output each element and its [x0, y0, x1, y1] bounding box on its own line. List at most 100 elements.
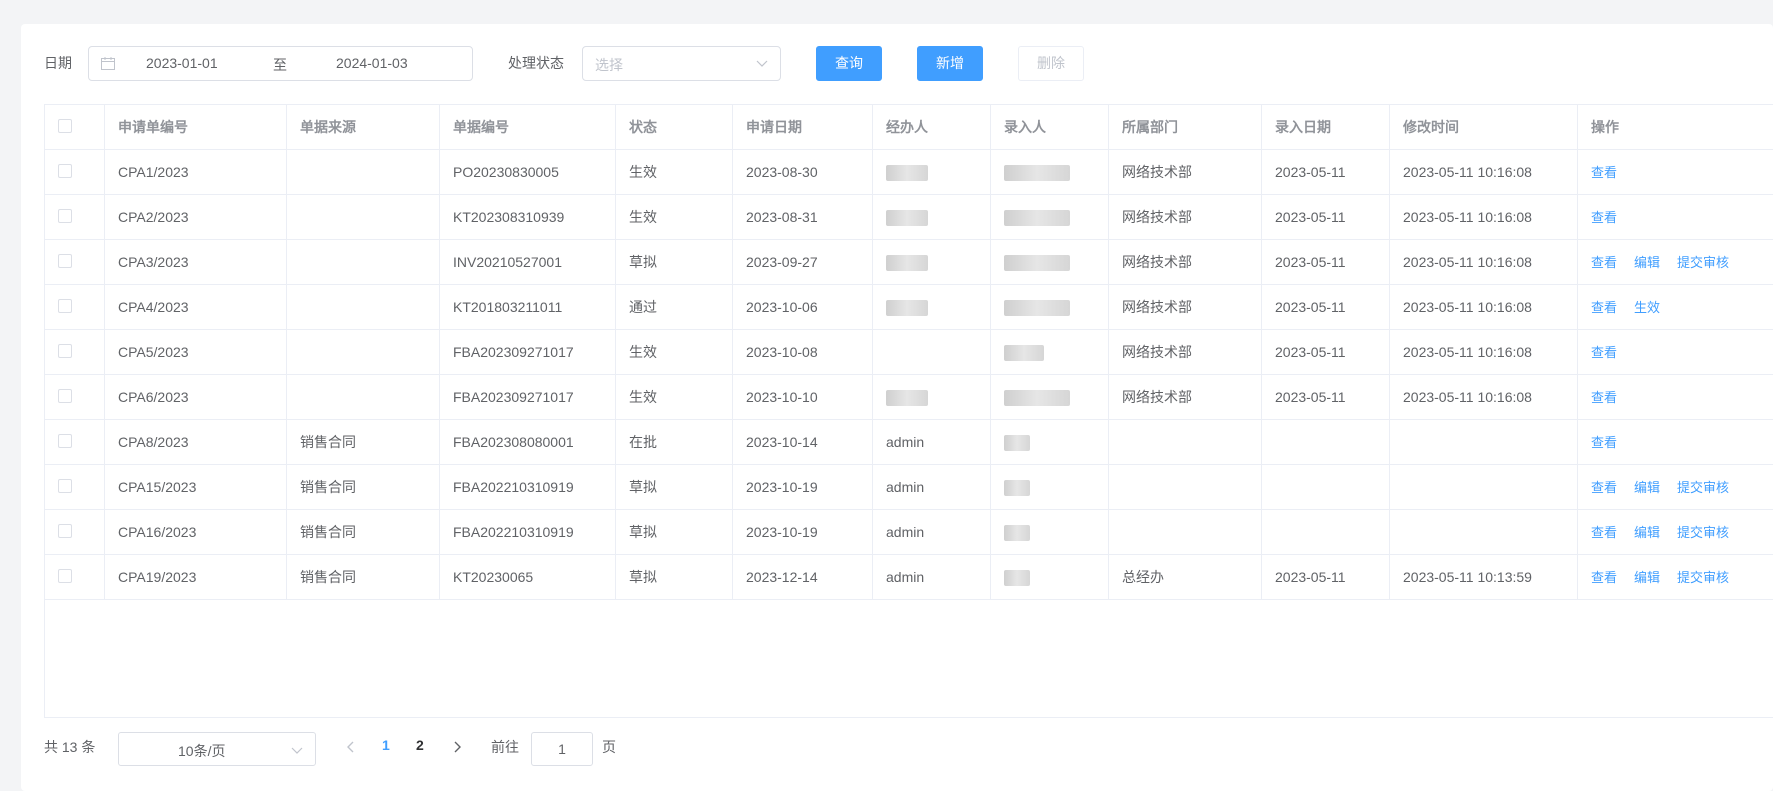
view-link[interactable]: 查看: [1591, 570, 1617, 585]
prev-page-icon[interactable]: [346, 741, 356, 753]
select-all-checkbox[interactable]: [58, 119, 72, 133]
row-checkbox[interactable]: [58, 254, 72, 268]
cell-dept: 总经办: [1109, 555, 1262, 599]
cell-doc: FBA202308080001: [440, 420, 616, 464]
redacted-name: [886, 165, 928, 182]
table-row: CPA16/2023 销售合同 FBA202210310919 草拟 2023-10-1…: [45, 510, 1773, 555]
cell-doc: KT202308310939: [440, 195, 616, 239]
date-range-picker[interactable]: 2023-01-01 至 2024-01-03: [88, 46, 473, 81]
cell-handler: [873, 150, 991, 194]
cell-no: CPA1/2023: [105, 150, 287, 194]
cell-doc: FBA202210310919: [440, 465, 616, 509]
redacted-name: [1004, 165, 1070, 182]
submit-review-link[interactable]: 提交审核: [1677, 255, 1729, 270]
cell-handler: admin: [873, 465, 991, 509]
cell-source: [287, 240, 440, 284]
view-link[interactable]: 查看: [1591, 210, 1617, 225]
cell-status: 生效: [616, 150, 733, 194]
goto-page-input[interactable]: 1: [531, 732, 593, 766]
view-link[interactable]: 查看: [1591, 435, 1617, 450]
cell-modified: 2023-05-11 10:16:08: [1390, 375, 1578, 419]
cell-entry: [991, 240, 1109, 284]
submit-review-link[interactable]: 提交审核: [1677, 525, 1729, 540]
header-status: 状态: [616, 105, 733, 149]
cell-dept: 网络技术部: [1109, 150, 1262, 194]
activate-link[interactable]: 生效: [1634, 300, 1660, 315]
redacted-name: [886, 390, 928, 407]
view-link[interactable]: 查看: [1591, 345, 1617, 360]
cell-entry: [991, 510, 1109, 554]
row-checkbox[interactable]: [58, 524, 72, 538]
submit-review-link[interactable]: 提交审核: [1677, 480, 1729, 495]
cell-ops: 查看: [1578, 150, 1773, 194]
delete-button[interactable]: 删除: [1018, 46, 1084, 81]
row-checkbox[interactable]: [58, 479, 72, 493]
view-link[interactable]: 查看: [1591, 165, 1617, 180]
row-checkbox[interactable]: [58, 434, 72, 448]
edit-link[interactable]: 编辑: [1634, 480, 1660, 495]
status-placeholder: 选择: [595, 57, 623, 73]
row-checkbox[interactable]: [58, 209, 72, 223]
add-button[interactable]: 新增: [917, 46, 983, 81]
data-table: 申请单编号 单据来源 单据编号 状态 申请日期 经办人 录入人 所属部门 录入日…: [44, 104, 1773, 718]
cell-dept: 网络技术部: [1109, 240, 1262, 284]
date-end-input[interactable]: 2024-01-03: [336, 55, 408, 71]
cell-no: CPA19/2023: [105, 555, 287, 599]
page-size-value: 10条/页: [178, 743, 226, 759]
row-checkbox[interactable]: [58, 389, 72, 403]
header-entry: 录入人: [991, 105, 1109, 149]
page-1[interactable]: 1: [382, 737, 390, 753]
cell-entry: [991, 465, 1109, 509]
view-link[interactable]: 查看: [1591, 525, 1617, 540]
cell-handler: [873, 195, 991, 239]
next-page-icon[interactable]: [452, 741, 462, 753]
cell-dept: [1109, 465, 1262, 509]
date-start-input[interactable]: 2023-01-01: [146, 55, 218, 71]
cell-ops: 查看: [1578, 420, 1773, 464]
cell-entry-date: 2023-05-11: [1262, 240, 1390, 284]
cell-ops: 查看: [1578, 330, 1773, 374]
cell-source: [287, 195, 440, 239]
view-link[interactable]: 查看: [1591, 480, 1617, 495]
cell-ops: 查看: [1578, 375, 1773, 419]
table-row: CPA1/2023 PO20230830005 生效 2023-08-30 网络技术部 2…: [45, 150, 1773, 195]
edit-link[interactable]: 编辑: [1634, 255, 1660, 270]
edit-link[interactable]: 编辑: [1634, 525, 1660, 540]
row-checkbox[interactable]: [58, 344, 72, 358]
date-label: 日期: [44, 55, 72, 71]
redacted-name: [1004, 345, 1044, 362]
cell-apply-date: 2023-09-27: [733, 240, 873, 284]
pagination-total: 共 13 条: [44, 739, 96, 755]
date-separator: 至: [273, 57, 287, 73]
query-button[interactable]: 查询: [816, 46, 882, 81]
row-checkbox[interactable]: [58, 299, 72, 313]
view-link[interactable]: 查看: [1591, 300, 1617, 315]
redacted-name: [886, 210, 928, 227]
table-header-row: 申请单编号 单据来源 单据编号 状态 申请日期 经办人 录入人 所属部门 录入日…: [45, 105, 1773, 150]
cell-ops: 查看: [1578, 195, 1773, 239]
view-link[interactable]: 查看: [1591, 255, 1617, 270]
cell-handler: [873, 375, 991, 419]
table-row: CPA6/2023 FBA202309271017 生效 2023-10-10 网络技术…: [45, 375, 1773, 420]
header-dept: 所属部门: [1109, 105, 1262, 149]
cell-entry-date: 2023-05-11: [1262, 150, 1390, 194]
calendar-icon: [101, 57, 115, 70]
view-link[interactable]: 查看: [1591, 390, 1617, 405]
row-checkbox[interactable]: [58, 164, 72, 178]
cell-entry: [991, 420, 1109, 464]
submit-review-link[interactable]: 提交审核: [1677, 570, 1729, 585]
cell-dept: 网络技术部: [1109, 375, 1262, 419]
page-size-select[interactable]: 10条/页: [118, 732, 316, 766]
edit-link[interactable]: 编辑: [1634, 570, 1660, 585]
status-select[interactable]: 选择: [582, 46, 781, 81]
cell-entry: [991, 375, 1109, 419]
row-checkbox[interactable]: [58, 569, 72, 583]
cell-no: CPA5/2023: [105, 330, 287, 374]
cell-no: CPA6/2023: [105, 375, 287, 419]
page-2[interactable]: 2: [416, 737, 424, 753]
cell-modified: [1390, 465, 1578, 509]
cell-entry-date: [1262, 510, 1390, 554]
cell-modified: 2023-05-11 10:13:59: [1390, 555, 1578, 599]
cell-source: 销售合同: [287, 420, 440, 464]
cell-modified: 2023-05-11 10:16:08: [1390, 240, 1578, 284]
